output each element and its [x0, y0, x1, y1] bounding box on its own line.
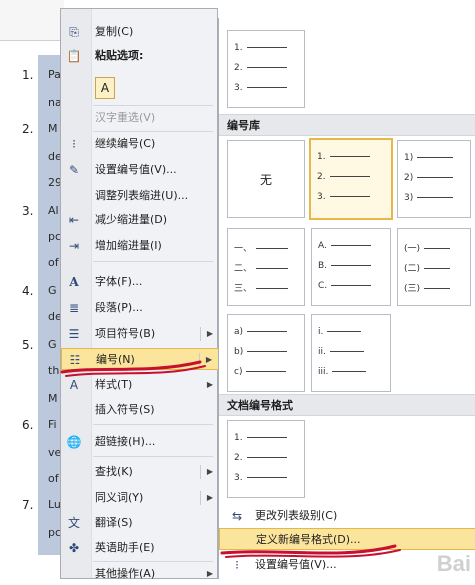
format-tile-paren[interactable]: 1) 2) 3)	[397, 140, 471, 218]
text-fragment: Lu	[48, 498, 61, 511]
paragraph-icon: ≣	[68, 301, 80, 315]
numbering-submenu: 1. 2. 3. 编号库 无 1. 2. 3. 1) 2) 3) 一、 二、 三…	[218, 18, 475, 579]
bullets-icon: ☰	[68, 327, 80, 341]
text-fragment: Pa	[48, 68, 61, 81]
numbering-icon: ☷	[69, 353, 81, 367]
format-tile-chinese-paren[interactable]: (一) (二) (三)	[397, 228, 471, 306]
menu-separator	[93, 261, 213, 262]
document-area: 1. 2. 3. 4. 5. 6. 7. Pa na M de 29 Al pc…	[0, 0, 64, 579]
menu-item-increase-indent[interactable]: ⇥ 增加缩进量(I)	[61, 235, 219, 257]
text-fragment: of	[48, 472, 59, 485]
menu-item-paragraph[interactable]: ≣ 段落(P)...	[61, 297, 219, 319]
translate-icon: 文	[67, 516, 80, 530]
menu-separator	[93, 105, 213, 106]
menu-item-numbering[interactable]: ☷ 编号(N) ▶	[61, 348, 219, 370]
text-fragment: Al	[48, 204, 59, 217]
text-fragment: M	[48, 122, 58, 135]
format-tile-lower-alpha[interactable]: a) b) c)	[227, 314, 305, 392]
split-divider	[200, 465, 201, 479]
baidu-watermark: Bai	[436, 551, 471, 576]
list-number: 5.	[22, 338, 34, 352]
change-list-level-item[interactable]: ⇆ 更改列表级别(C)	[219, 505, 475, 527]
split-divider	[200, 491, 201, 505]
copy-icon: ⎘	[69, 25, 79, 39]
context-menu: ⎘ 复制(C) 📋 粘贴选项: A 汉字重选(V) ⁝ 继续编号(C) ✎ 设置…	[60, 8, 219, 580]
list-level-icon: ⇆	[231, 509, 243, 523]
menu-item-set-numbering-value[interactable]: ✎ 设置编号值(V)...	[61, 159, 219, 181]
english-assistant-icon: ✤	[68, 541, 80, 555]
submenu-arrow-icon: ▶	[206, 329, 213, 338]
recent-format-tile[interactable]: 1. 2. 3.	[227, 30, 305, 108]
submenu-arrow-icon: ▶	[206, 467, 213, 476]
text-fragment: M	[48, 392, 58, 405]
list-number: 4.	[22, 284, 34, 298]
menu-item-find[interactable]: 查找(K) ▶	[61, 461, 219, 483]
font-icon: A	[69, 275, 79, 289]
split-divider	[200, 327, 201, 341]
format-tile-letters[interactable]: A. B. C.	[311, 228, 391, 306]
format-tile-roman[interactable]: i. ii. iii.	[311, 314, 391, 392]
list-number: 3.	[22, 204, 34, 218]
menu-separator	[93, 424, 213, 425]
set-value-icon: ✎	[68, 163, 80, 177]
submenu-arrow-icon: ▶	[206, 569, 213, 578]
paste-keep-text-button[interactable]: A	[95, 77, 115, 99]
list-number: 7.	[22, 498, 34, 512]
continue-numbering-icon: ⁝	[72, 137, 76, 151]
text-fragment: of	[48, 256, 59, 269]
submenu-arrow-icon: ▶	[206, 493, 213, 502]
menu-item-english-assistant[interactable]: ✤ 英语助手(E)	[61, 537, 219, 559]
list-number: 2.	[22, 122, 34, 136]
text-fragment: th	[48, 364, 60, 377]
list-number: 1.	[22, 68, 34, 82]
hyperlink-icon: 🌐	[66, 435, 82, 449]
format-tile-none[interactable]: 无	[227, 140, 305, 218]
menu-separator	[93, 561, 213, 562]
menu-item-decrease-indent[interactable]: ⇤ 减少缩进量(D)	[61, 209, 219, 231]
document-format-tile[interactable]: 1. 2. 3.	[227, 420, 305, 498]
format-tile-decimal[interactable]: 1. 2. 3.	[309, 138, 393, 220]
increase-indent-icon: ⇥	[68, 239, 80, 253]
menu-item-more-actions[interactable]: 其他操作(A) ▶	[61, 563, 219, 585]
menu-item-font[interactable]: A 字体(F)...	[61, 271, 219, 293]
submenu-arrow-icon: ▶	[206, 380, 213, 389]
menu-item-hyperlink[interactable]: 🌐 超链接(H)...	[61, 431, 219, 453]
text-fragment: G	[48, 284, 57, 297]
numbering-library-header: 编号库	[219, 114, 475, 136]
menu-item-synonyms[interactable]: 同义词(Y) ▶	[61, 487, 219, 509]
menu-item-styles[interactable]: A 样式(T) ▶	[61, 374, 219, 396]
menu-item-reconvert[interactable]: 汉字重选(V)	[61, 107, 219, 129]
menu-item-adjust-list-indent[interactable]: 调整列表缩进(U)...	[61, 185, 219, 207]
menu-separator	[93, 131, 213, 132]
submenu-arrow-icon: ▶	[205, 355, 212, 364]
split-divider	[199, 353, 200, 367]
list-number: 6.	[22, 418, 34, 432]
set-value-icon: ⁝	[235, 558, 239, 572]
menu-item-insert-symbol[interactable]: 插入符号(S)	[61, 399, 219, 421]
menu-item-continue-numbering[interactable]: ⁝ 继续编号(C)	[61, 133, 219, 155]
decrease-indent-icon: ⇤	[68, 213, 80, 227]
text-fragment: Fi	[48, 418, 57, 431]
paste-options-header: 📋 粘贴选项:	[66, 49, 144, 63]
menu-item-translate[interactable]: 文 翻译(S)	[61, 512, 219, 534]
menu-item-bullets[interactable]: ☰ 项目符号(B) ▶	[61, 323, 219, 345]
document-formats-header: 文档编号格式	[219, 394, 475, 416]
text-fragment: G	[48, 338, 57, 351]
styles-icon: A	[69, 378, 79, 392]
menu-separator	[93, 456, 213, 457]
format-tile-chinese[interactable]: 一、 二、 三、	[227, 228, 305, 306]
document-page-edge	[0, 0, 64, 41]
define-new-number-format-item[interactable]: 定义新编号格式(D)...	[219, 528, 475, 550]
paste-text-icon: A	[100, 81, 110, 95]
menu-item-copy[interactable]: ⎘ 复制(C)	[61, 21, 219, 43]
paste-icon: 📋	[66, 49, 82, 63]
